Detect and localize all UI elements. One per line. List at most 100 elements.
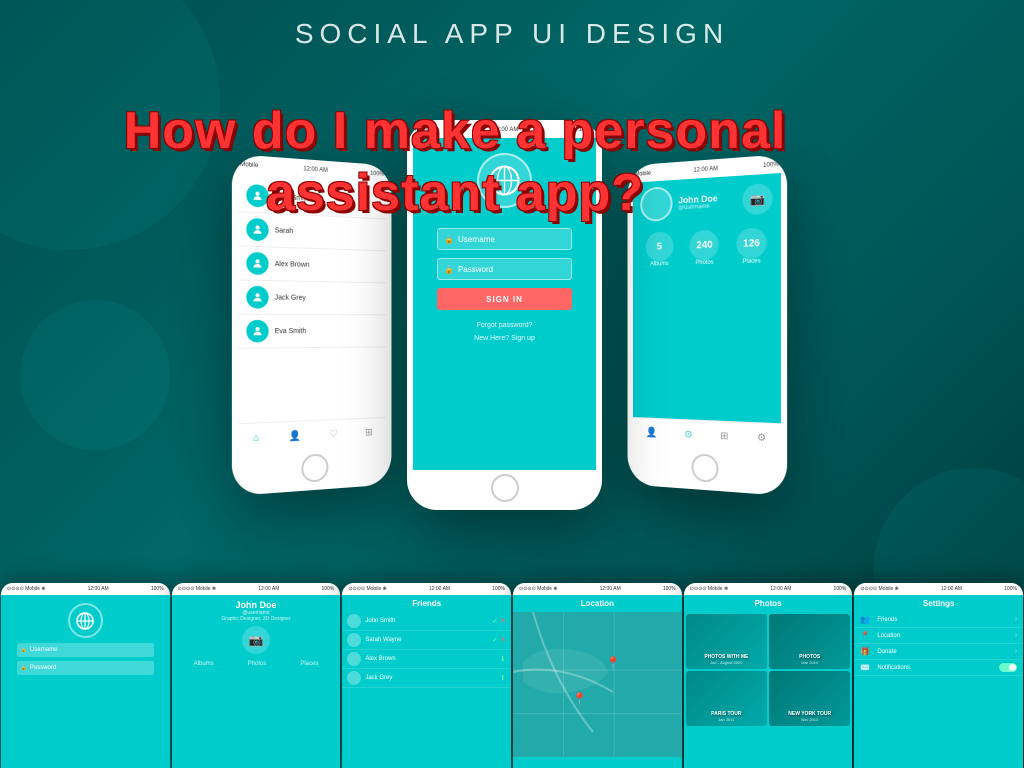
mini-lock-icon-2: 🔒 [21,665,27,671]
friends-settings-icon: 👥 [860,615,872,624]
bottom-nav: ⌂ 👤 ♡ ⊞ [238,417,386,454]
mini-username[interactable]: 🔒 Username [17,643,154,657]
photo-sublabel-2: Mar 2014 [801,660,818,665]
notifications-toggle[interactable] [999,663,1017,672]
stat-places: 126 Places [736,227,766,265]
mini-status-2: ⊙⊙⊙⊙ Mobile ❋ 12:00 AM 100% [172,583,341,595]
avatar [246,320,268,343]
page-title: SOCIAL APP UI DESIGN [295,18,729,49]
signin-button[interactable]: SIGN IN [437,288,572,310]
username-field[interactable]: 🔒 Username [437,228,572,250]
home-button[interactable] [301,453,328,483]
places-label: Places [736,258,766,265]
profile-stats: 5 Albums 240 Photos 126 Pla [633,222,781,273]
friend-item-3: Alex Brown ℹ [342,650,511,669]
username-placeholder: Username [458,235,495,244]
settings-nav-icon[interactable]: ⚙ [757,432,766,444]
mini-tab-photos[interactable]: Photos [248,661,267,667]
home-button-right[interactable] [691,453,718,483]
mini-status-6: ⊙⊙⊙⊙ Mobile ❋ 12:00 AM 100% [854,583,1023,595]
mini-phone-location: ⊙⊙⊙⊙ Mobile ❋ 12:00 AM 100% Location [513,583,682,768]
mini-tab-places[interactable]: Places [300,661,318,667]
mini-status-5: ⊙⊙⊙⊙ Mobile ❋ 12:00 AM 100% [684,583,853,595]
mini-phone-settings: ⊙⊙⊙⊙ Mobile ❋ 12:00 AM 100% Settings 👥 F… [854,583,1023,768]
login-links: Forgot password? New Here? Sign up [474,320,535,345]
mini-login-screen: 🔒 Username 🔒 Password [1,595,170,768]
friend-name-1: John Smith [365,618,492,624]
settings-notifications[interactable]: ✉️ Notifications [854,660,1023,676]
photos-icon[interactable]: ⊞ [365,427,373,438]
friend-name-3: Alex Brown [365,656,501,662]
albums-label: Albums [646,261,674,268]
settings-location[interactable]: 📍 Location › [854,628,1023,644]
lock-icon-2: 🔒 [444,265,454,274]
mini-camera-button[interactable]: 📷 [242,626,270,654]
forgot-password-link[interactable]: Forgot password? [474,320,535,333]
mini-status-1: ⊙⊙⊙⊙ Mobile ❋ 12:00 AM 100% [1,583,170,595]
settings-title: Settings [854,595,1023,612]
mini-tab-albums[interactable]: Albums [194,661,214,667]
stat-photos: 240 Photos [690,229,719,266]
photos-title: Photos [684,595,853,612]
notifications-settings-icon: ✉️ [860,663,872,672]
photo-tile-2[interactable]: PHOTOS Mar 2014 [769,614,850,669]
mini-phone-photos: ⊙⊙⊙⊙ Mobile ❋ 12:00 AM 100% Photos PHOTO… [684,583,853,768]
friend-avatar [347,614,361,628]
photo-tile-1[interactable]: PHOTOS WITH ME Jan - August 2020 [686,614,767,669]
mini-phone-profile: ⊙⊙⊙⊙ Mobile ❋ 12:00 AM 100% John Doe @us… [172,583,341,768]
settings-donate[interactable]: 🎁 Donate › [854,644,1023,660]
friend-name-2: Sarah Wayne [365,637,492,643]
friends-icon[interactable]: 👤 [289,431,301,443]
photos-grid: PHOTOS WITH ME Jan - August 2020 PHOTOS … [684,612,853,728]
home-button-center[interactable] [491,474,519,502]
profile-nav-icon[interactable]: ⊙ [684,429,692,440]
mini-location-screen: Location 📍 📍 [513,595,682,768]
mini-profile-name: John Doe [177,600,336,610]
location-settings-icon: 📍 [860,631,872,640]
settings-friends-label: Friends [877,617,1014,623]
friend-item-1: John Smith ✓ ✕ [342,612,511,631]
location-title: Location [513,595,682,612]
location-icon[interactable]: ♡ [329,429,338,440]
places-stat-circle: 126 [736,227,766,259]
friend-item-2: Sarah Wayne ✓ ✕ [342,631,511,650]
settings-friends[interactable]: 👥 Friends › [854,612,1023,628]
contact-name: Eva Smith [275,328,306,335]
settings-location-label: Location [877,633,1014,639]
friend-item-4: Jack Grey ℹ [342,669,511,688]
photo-tile-newyork[interactable]: NEW YORK TOUR Nov 2013 [769,671,850,726]
mini-profile-role: Graphic Designer, 3D Designer [177,616,336,622]
profile-nav: 👤 ⊙ ⊞ ⚙ [633,417,781,454]
chevron-right-icon-3: › [1015,648,1017,655]
password-field[interactable]: 🔒 Password [437,258,572,280]
friend-avatar [347,671,361,685]
home-icon[interactable]: ⌂ [253,433,259,445]
photo-sublabel-1: Jan - August 2020 [710,660,742,665]
photos-nav-icon[interactable]: ⊞ [720,431,728,443]
mini-tabs: Albums Photos Places [177,658,336,670]
donate-settings-icon: 🎁 [860,647,872,656]
friend-name-4: Jack Grey [365,675,501,681]
bottom-phones-row: ⊙⊙⊙⊙ Mobile ❋ 12:00 AM 100% 🔒 Username [0,583,1024,768]
mini-phone-friends: ⊙⊙⊙⊙ Mobile ❋ 12:00 AM 100% Friends John… [342,583,511,768]
remove-icon[interactable]: ✕ [500,617,506,625]
signup-link[interactable]: New Here? Sign up [474,333,535,346]
page-header: SOCIAL APP UI DESIGN [0,0,1024,60]
friends-title: Friends [342,595,511,612]
mini-friends-screen: Friends John Smith ✓ ✕ Sarah Wayne ✓ ✕ A… [342,595,511,768]
friends-nav-icon[interactable]: 👤 [646,427,657,438]
map-pin-1: 📍 [606,656,621,670]
settings-notifications-label: Notifications [877,665,999,671]
contact-item: Eva Smith [238,315,386,349]
mini-password[interactable]: 🔒 Password [17,661,154,675]
info-icon: ℹ [501,674,504,682]
albums-count: 5 [657,241,662,252]
remove-icon[interactable]: ✕ [500,636,506,644]
photo-tile-paris[interactable]: PARIS TOUR Jan 2011 [686,671,767,726]
map-pin-2: 📍 [572,692,587,706]
overlay-question-banner: How do I make a personal assistant app? [80,100,830,225]
overlay-question-text: How do I make a personal assistant app? [80,100,830,225]
friend-avatar [347,633,361,647]
contact-name: Sarah [275,227,294,235]
contact-item: Alex Brown [238,246,386,283]
